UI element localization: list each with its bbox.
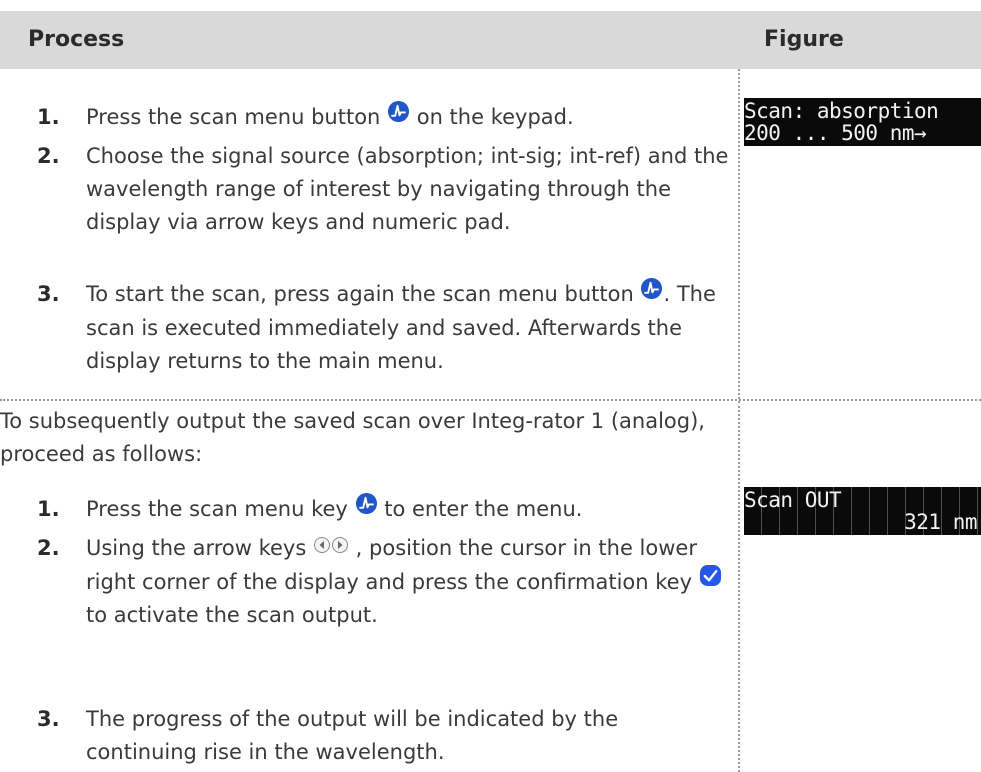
list-item: 1. Press the scan menu key to enter the …: [0, 492, 730, 527]
step-number: 1.: [37, 497, 60, 521]
header-figure: Figure: [764, 27, 844, 52]
step-text: Press the scan menu key to enter the men…: [86, 492, 730, 527]
header-process: Process: [28, 27, 125, 52]
list-item: 3. The progress of the output will be in…: [0, 703, 730, 769]
list-item: 1. Press the scan menu button on the key…: [0, 100, 730, 135]
column-divider: [738, 69, 740, 399]
arrow-keys-icon: [313, 531, 349, 564]
confirm-icon: [699, 564, 722, 597]
step-number: 3.: [37, 282, 60, 306]
scan-menu-icon: [355, 492, 378, 525]
step-text: The progress of the output will be indic…: [86, 707, 619, 764]
column-divider: [738, 401, 740, 772]
step-number: 1.: [37, 105, 60, 129]
table-header: Process Figure: [0, 11, 981, 69]
display-line: Scan: absorption: [744, 99, 939, 123]
scan-menu-icon: [640, 277, 663, 310]
step-text: Using the arrow keys , position the curs…: [86, 532, 730, 632]
display-figure: Scan: absorption 200 ... 500 nm→: [744, 98, 981, 146]
step-text: Choose the signal source (absorption; in…: [86, 144, 729, 234]
row-divider: [0, 399, 981, 401]
display-figure: Scan OUT 321 nm: [744, 487, 981, 535]
intro-paragraph: To subsequently output the saved scan ov…: [0, 409, 705, 466]
display-line: 321 nm: [904, 510, 977, 534]
display-line: 200 ... 500 nm→: [744, 121, 927, 145]
list-item: 2. Using the arrow keys , position the c…: [0, 532, 730, 632]
list-item: 3. To start the scan, press again the sc…: [0, 277, 730, 378]
step-number: 2.: [37, 536, 60, 560]
step-text: To start the scan, press again the scan …: [86, 277, 730, 378]
step-text: Press the scan menu button on the keypad…: [86, 100, 730, 135]
display-line: Scan OUT: [744, 488, 842, 512]
step-number: 3.: [37, 707, 60, 731]
step-number: 2.: [37, 144, 60, 168]
scan-menu-icon: [387, 100, 410, 133]
list-item: 2. Choose the signal source (absorption;…: [0, 140, 730, 239]
